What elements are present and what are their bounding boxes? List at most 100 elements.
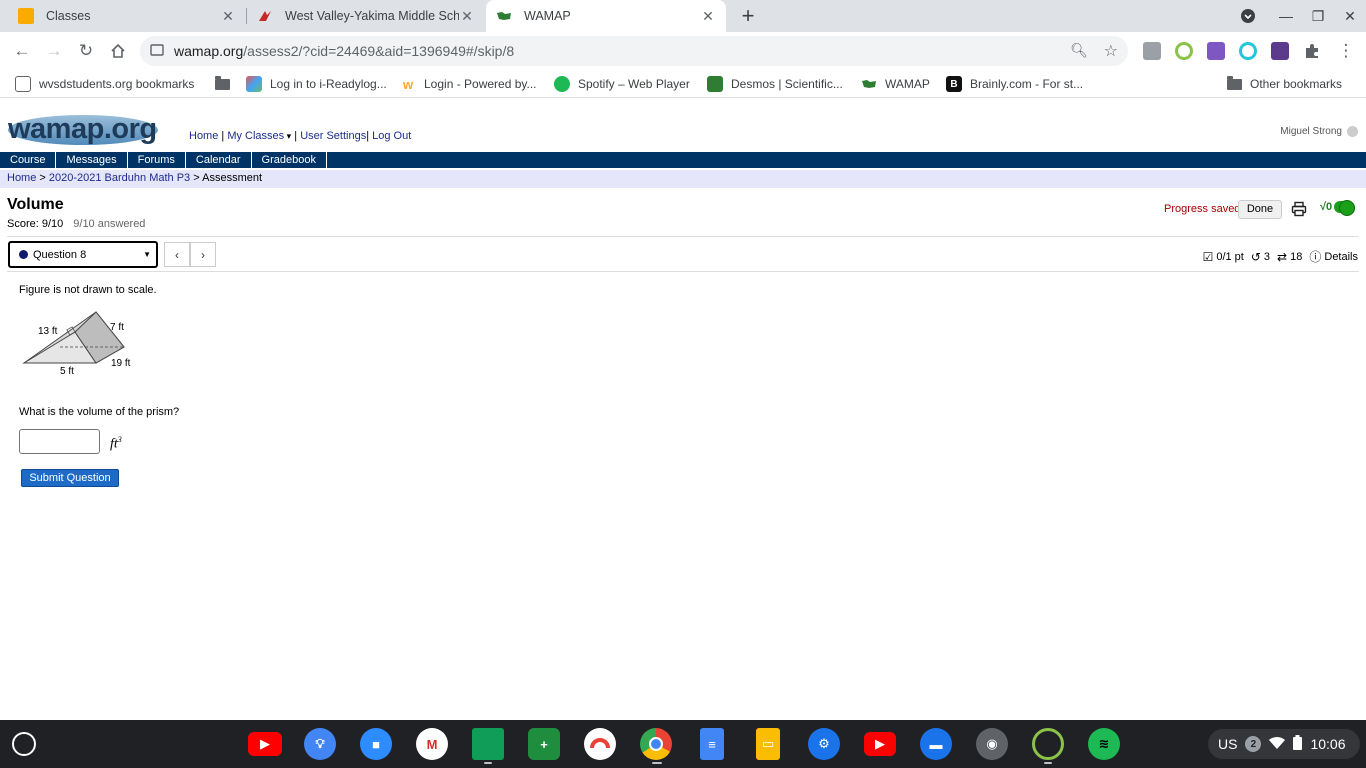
bookmark-spotify[interactable]: Spotify – Web Player [554, 75, 690, 93]
site-info-icon[interactable] [150, 43, 166, 59]
gmail-app-icon[interactable]: M [416, 728, 448, 760]
youtube-music-app-icon[interactable]: ▶ [864, 732, 896, 756]
home-icon[interactable] [106, 39, 130, 63]
extension-pdf-icon[interactable] [1271, 42, 1289, 60]
extension-icon[interactable] [1143, 42, 1161, 60]
iready-app-icon[interactable] [1032, 728, 1064, 760]
classroom-app-icon[interactable] [472, 728, 504, 760]
chrome-app-icon[interactable] [640, 728, 672, 760]
tab-west-valley[interactable]: West Valley-Yakima Middle School ✕ [247, 0, 485, 32]
breadcrumb-course[interactable]: 2020-2021 Barduhn Math P3 [49, 172, 190, 184]
breadcrumb-home[interactable]: Home [7, 172, 36, 184]
keep-app-icon[interactable]: 💡︎ [304, 728, 336, 760]
running-indicator [652, 762, 662, 764]
slides-app-icon[interactable]: ▭ [756, 728, 780, 760]
minimize-icon[interactable]: — [1276, 6, 1296, 26]
bookmark-wvsdstudents[interactable]: wvsdstudents.org bookmarks [15, 75, 194, 93]
photos-app-icon[interactable] [584, 728, 616, 760]
new-tab-plus-icon[interactable]: + [736, 3, 760, 28]
spotify-app-icon[interactable]: ≋ [1088, 728, 1120, 760]
tab-wamap[interactable]: WAMAP ✕ [486, 0, 726, 32]
os-shelf: ▶ 💡︎ ■ M + ≡ ▭ ⚙ ▶ ▬ ◉ ≋ US 2 10:06 [0, 720, 1366, 768]
nav-course[interactable]: Course [0, 152, 57, 168]
classes-favicon-icon [18, 8, 34, 24]
question-prompt: What is the volume of the prism? [19, 406, 180, 418]
nav-messages[interactable]: Messages [56, 152, 128, 168]
prev-question-button[interactable]: ‹ [164, 242, 190, 267]
details-link[interactable]: Details [1324, 251, 1358, 263]
bookmark-wamap[interactable]: WAMAP [861, 75, 930, 93]
browser-toolbar: ← → ↻ wamap.org/assess2/?cid=24469&aid=1… [0, 32, 1366, 70]
divider [7, 236, 1359, 237]
wifi-icon [1269, 736, 1286, 753]
address-bar[interactable]: wamap.org/assess2/?cid=24469&aid=1396949… [140, 36, 1128, 66]
input-language: US [1218, 736, 1238, 752]
print-icon[interactable] [1291, 201, 1307, 217]
close-icon[interactable]: ✕ [700, 8, 716, 24]
wamap-logo[interactable]: wamap.org [6, 110, 158, 148]
tab-title: Classes [46, 9, 91, 23]
info-icon[interactable]: ⓘ [1309, 248, 1321, 265]
score-text: Score: 9/10 [7, 218, 64, 230]
answer-unit: ft3 [110, 435, 122, 452]
my-classes-link[interactable]: My Classes ▾ [227, 130, 291, 142]
back-arrow-icon[interactable]: ← [10, 39, 34, 63]
bookmark-iready[interactable]: Log in to i-Readylog... [246, 75, 387, 93]
extension-circle-icon[interactable] [1239, 42, 1257, 60]
label-13ft: 13 ft [38, 326, 58, 337]
label-5ft: 5 ft [60, 366, 74, 377]
zoom-icon[interactable]: 🔍︎ [1070, 42, 1088, 59]
docs-app-icon[interactable]: ≡ [700, 728, 724, 760]
tab-search-icon[interactable] [1238, 6, 1258, 26]
bookmark-desmos[interactable]: Desmos | Scientific... [707, 75, 843, 93]
nav-forums[interactable]: Forums [128, 152, 186, 168]
bookmark-login[interactable]: w Login - Powered by... [400, 75, 537, 93]
wamap-favicon-icon [496, 8, 512, 24]
restore-icon[interactable]: ❐ [1308, 6, 1328, 26]
extension-iready-icon[interactable] [1175, 42, 1193, 60]
answer-input[interactable] [19, 429, 100, 454]
breadcrumb-current: Assessment [202, 172, 263, 184]
bookmark-brainly[interactable]: B Brainly.com - For st... [946, 75, 1083, 93]
bookmarks-bar: wvsdstudents.org bookmarks Log in to i-R… [0, 70, 1366, 98]
bookmark-other[interactable]: Other bookmarks [1227, 75, 1342, 93]
next-question-button[interactable]: › [190, 242, 216, 267]
launcher-icon[interactable] [12, 732, 36, 756]
submit-question-button[interactable]: Submit Question [21, 469, 119, 487]
progress-status: Progress saved [1164, 203, 1241, 215]
files-app-icon[interactable]: ▬ [920, 728, 952, 760]
extension-puzzle-icon[interactable] [1207, 42, 1225, 60]
youtube-app-icon[interactable]: ▶ [248, 732, 282, 756]
user-info[interactable]: Miguel Strong [1280, 126, 1358, 137]
math-entry-toggle[interactable]: √0 [1320, 200, 1356, 216]
calculator-app-icon[interactable]: + [528, 728, 560, 760]
question-info: ☑ 0/1 pt ↺ 3 ⇄ 18 ⓘ Details [1203, 248, 1358, 265]
bookmark-folder[interactable] [215, 75, 230, 93]
log-out-link[interactable]: Log Out [372, 130, 411, 142]
question-select[interactable]: Question 8 ▼ [8, 241, 158, 268]
user-settings-link[interactable]: User Settings [300, 130, 366, 142]
answered-count: 9/10 answered [73, 218, 146, 230]
home-link[interactable]: Home [189, 130, 218, 142]
zoom-app-icon[interactable]: ■ [360, 728, 392, 760]
forward-arrow-icon[interactable]: → [42, 39, 66, 63]
label-19ft: 19 ft [111, 358, 131, 369]
nav-gradebook[interactable]: Gradebook [252, 152, 327, 168]
status-tray[interactable]: US 2 10:06 [1208, 729, 1360, 759]
nav-calendar[interactable]: Calendar [186, 152, 252, 168]
chrome-menu-icon[interactable]: ⋮ [1334, 39, 1358, 63]
west-valley-favicon-icon [257, 8, 273, 24]
tab-classes[interactable]: Classes ✕ [8, 0, 246, 32]
extensions-puzzle-icon[interactable] [1303, 42, 1321, 60]
logo-text: wamap.org [8, 113, 157, 145]
close-icon[interactable]: ✕ [220, 8, 236, 24]
browser-tab-strip: Classes ✕ West Valley-Yakima Middle Scho… [0, 0, 1366, 32]
close-icon[interactable]: ✕ [459, 8, 475, 24]
camera-app-icon[interactable]: ◉ [976, 728, 1008, 760]
toggle-switch-icon [1334, 200, 1356, 216]
bookmark-star-icon[interactable]: ☆ [1104, 41, 1118, 61]
window-close-icon[interactable]: ✕ [1340, 6, 1360, 26]
reload-icon[interactable]: ↻ [74, 39, 98, 63]
settings-gear-icon[interactable]: ⚙ [808, 728, 840, 760]
done-button[interactable]: Done [1238, 200, 1282, 219]
